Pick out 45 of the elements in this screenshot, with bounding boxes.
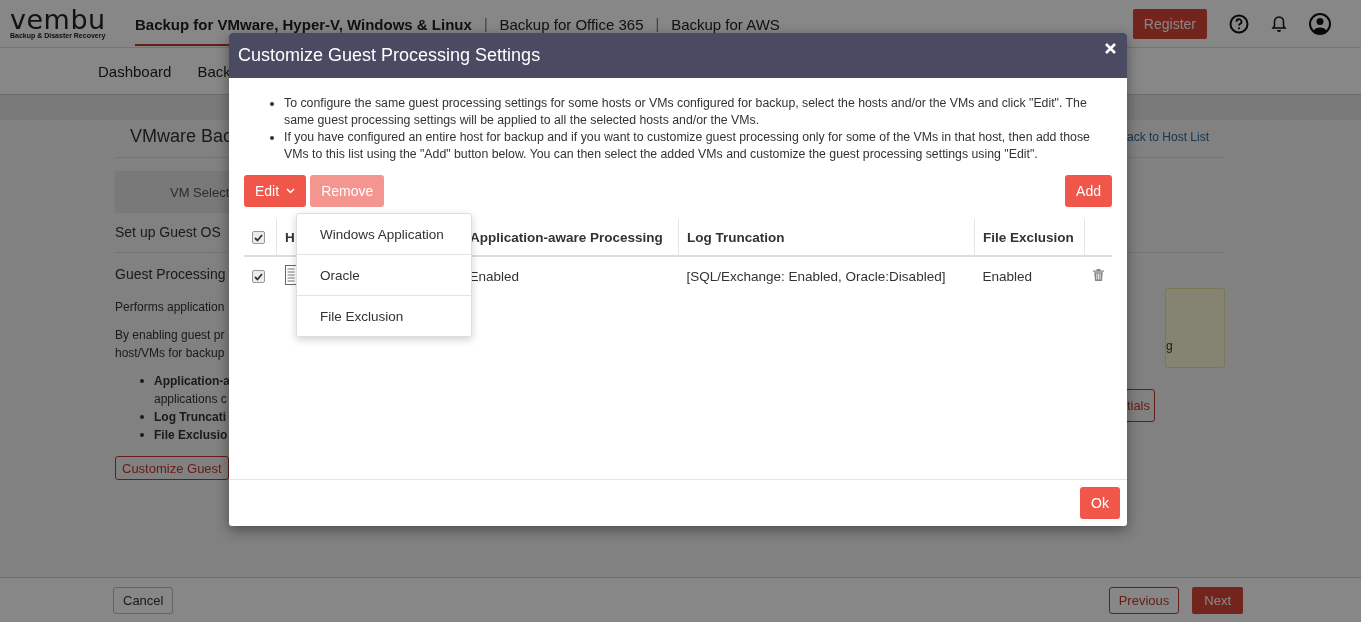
cancel-button[interactable]: Cancel (113, 586, 174, 614)
info-text: If you have configured an entire host for backup and if you want to customize guest processing only for some of the VMs in that host, then add those VMs to this list using the "Add" button below. You can then select the added VMs and customize the guest processing settings using "Edit". (284, 130, 1090, 161)
edit-button[interactable]: Edit (244, 175, 307, 207)
info-text: To configure the same guest processing settings for some hosts or VMs configured for backup, select the hosts and/or the VMs and click "Edit". The same guest processing settings will be applied to all the selected hosts and/or the VMs. (284, 96, 1087, 127)
section-title: Guest Processing (115, 266, 226, 282)
table-cell: Enabled (974, 256, 1085, 295)
bullet-icon (140, 433, 144, 437)
modal-title: Customize Guest Processing Settings (238, 45, 541, 66)
feature-name: File Exclusio (154, 427, 229, 444)
back-link[interactable]: ack to Host List (1126, 129, 1225, 144)
logo: vembu (10, 8, 107, 32)
bullet-icon (270, 102, 274, 106)
user-avatar-icon[interactable] (1309, 12, 1331, 35)
note-text: g (1166, 339, 1173, 353)
caret-icon (286, 188, 296, 194)
nav-item[interactable]: Dashboard (98, 62, 172, 80)
next-button[interactable]: Next (1192, 586, 1243, 614)
register-button[interactable]: Register (1132, 8, 1207, 39)
feature-detail: applications c (154, 391, 228, 408)
nav-item[interactable]: Back (197, 62, 231, 80)
description: Performs application (115, 299, 225, 316)
ok-button[interactable]: Ok (1080, 487, 1120, 519)
help-icon[interactable] (1229, 13, 1249, 34)
separator: | (483, 15, 488, 32)
row-checkbox[interactable] (252, 270, 265, 284)
add-button[interactable]: Add (1065, 175, 1112, 207)
column-header: File Exclusion (974, 219, 1085, 256)
previous-button[interactable]: Previous (1108, 586, 1180, 614)
description-line: host/VMs for backup (115, 345, 225, 362)
close-icon[interactable] (1105, 43, 1116, 54)
menu-item[interactable]: Oracle (297, 254, 471, 295)
bullet-icon (140, 415, 144, 419)
table-cell: [SQL/Exchange: Enabled, Oracle:Disabled] (678, 256, 975, 295)
menu-item[interactable]: File Exclusion (297, 295, 471, 336)
column-header: Log Truncation (678, 219, 975, 256)
select-all-checkbox[interactable] (252, 231, 265, 245)
bell-icon[interactable] (1271, 14, 1287, 33)
description-line: By enabling guest pr (115, 327, 225, 344)
bullet-icon (140, 379, 144, 383)
separator: | (655, 15, 660, 32)
feature-name: Log Truncati (154, 409, 227, 426)
bullet-icon (270, 136, 274, 140)
feature-name: Application-a (154, 373, 230, 390)
customize-guest-button[interactable]: Customize Guest (115, 456, 229, 480)
trash-icon[interactable] (1092, 268, 1104, 281)
